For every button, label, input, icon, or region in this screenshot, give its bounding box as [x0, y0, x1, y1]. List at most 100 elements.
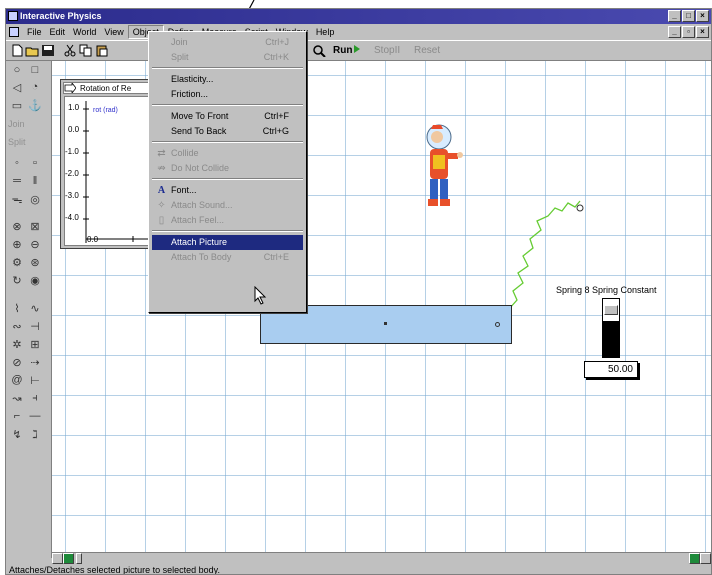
anchor-tool-icon[interactable]: ⚓ [27, 98, 43, 112]
document-icon[interactable] [9, 27, 19, 37]
curved-body-tool-icon[interactable]: ◔ [27, 80, 43, 94]
slot-tool-icon[interactable]: ═ [9, 174, 25, 188]
meter-tool-icon[interactable]: ℷ [27, 427, 43, 441]
app-window: Interactive Physics _ □ × File Edit Worl… [5, 8, 712, 575]
text-tool-icon[interactable]: ↯ [9, 427, 25, 441]
menu-item-do-not-collide[interactable]: ⇏ Do Not Collide [152, 161, 303, 176]
pin-tool-icon[interactable]: ⊗ [9, 219, 25, 233]
spring-tool-icon[interactable]: ⌇ [9, 301, 25, 315]
menu-edit[interactable]: Edit [46, 26, 70, 38]
keyed-joint-tool-icon[interactable]: ⊛ [27, 255, 43, 269]
pulley-tool-icon[interactable]: ⊘ [9, 355, 25, 369]
open-folder-icon[interactable] [25, 44, 39, 57]
damper-spring-tool-icon[interactable]: ∿ [27, 301, 43, 315]
close-button[interactable]: × [696, 10, 709, 22]
menu-separator [152, 141, 303, 143]
stop-button[interactable]: StopII [374, 45, 400, 56]
actuator-tool-icon[interactable]: ⇢ [27, 355, 43, 369]
meter-toggle-icon[interactable] [64, 83, 76, 93]
menu-file[interactable]: File [23, 26, 46, 38]
spring-constant-label: Spring 8 Spring Constant [556, 285, 657, 295]
scroll-right-button[interactable] [700, 553, 711, 564]
separator-tool-icon[interactable]: — [27, 409, 43, 423]
rotational-spring-tool-icon[interactable]: @ [9, 373, 25, 387]
reset-button[interactable]: Reset [414, 45, 440, 56]
astronaut-icon[interactable] [417, 119, 469, 223]
square-point-tool-icon[interactable]: ▫ [27, 156, 43, 170]
circle-tool-icon[interactable]: ○ [9, 63, 25, 77]
spring-attachment-point[interactable] [495, 322, 500, 327]
scroll-thumb[interactable] [63, 553, 74, 564]
rope-tool-icon[interactable]: ∾ [9, 319, 25, 333]
mouse-cursor-icon [254, 286, 267, 305]
doc-minimize-button[interactable]: _ [668, 26, 681, 38]
menu-item-attach-picture[interactable]: Attach Picture [152, 235, 303, 250]
copy-icon[interactable] [79, 44, 93, 57]
linear-actuator-tool-icon[interactable]: ⊢ [27, 373, 43, 387]
double-pin-tool-icon[interactable]: ⊖ [27, 237, 43, 251]
paste-icon[interactable] [95, 44, 109, 57]
anchor-point-tool-icon[interactable]: ⌐ [9, 409, 25, 423]
menu-item-label: Send To Back [171, 126, 227, 136]
maximize-button[interactable]: □ [682, 10, 695, 22]
menu-item-collide[interactable]: ⇄ Collide [152, 146, 303, 161]
meter-plot: rot (rad) 1.0 0.0 -1.0 -2.0 -3.0 -4.0 0.… [64, 96, 157, 246]
vertical-slot-tool-icon[interactable]: ‖ [27, 174, 43, 188]
new-file-icon[interactable] [10, 44, 24, 57]
target-tool-icon[interactable]: ◉ [27, 273, 43, 287]
polygon-tool-icon[interactable]: ◁ [9, 80, 25, 94]
menu-item-label: Split [171, 52, 189, 62]
app-icon [8, 11, 18, 21]
spring-anchor-icon[interactable] [576, 204, 584, 212]
meter-tick: 0.0 [68, 125, 80, 134]
motor-tool-icon[interactable]: ◎ [27, 192, 43, 206]
menu-item-attach-feel[interactable]: ▯ Attach Feel... [152, 213, 303, 228]
menu-item-label: Collide [171, 148, 199, 158]
torque-tool-icon[interactable]: ⫞ [27, 391, 43, 405]
minimize-button[interactable]: _ [668, 10, 681, 22]
square-tool-icon[interactable]: ▭ [9, 98, 25, 112]
doc-restore-button[interactable]: ▫ [682, 26, 695, 38]
menu-item-elasticity[interactable]: Elasticity... [152, 72, 303, 87]
menu-item-join[interactable]: Join Ctrl+J [152, 35, 303, 50]
save-icon[interactable] [41, 44, 55, 57]
split-tool[interactable]: Split [8, 137, 26, 147]
gear-pair-tool-icon[interactable]: ✲ [9, 337, 25, 351]
menu-help[interactable]: Help [312, 26, 339, 38]
rod-tool-icon[interactable]: ⊞ [27, 337, 43, 351]
scroll-divider[interactable] [76, 553, 82, 564]
gear-tool-icon[interactable]: ⚙ [9, 255, 25, 269]
feel-icon: ▯ [158, 215, 165, 226]
rectangle-tool-icon[interactable]: □ [27, 63, 43, 77]
window-title: Interactive Physics [20, 11, 102, 21]
rotation-meter[interactable]: Rotation of Re rot (rad) 1.0 0.0 -1.0 -2… [60, 79, 160, 249]
menu-world[interactable]: World [69, 26, 100, 38]
spring-constant-input[interactable]: 50.00 [584, 361, 638, 378]
menu-item-attach-to-body[interactable]: Attach To Body Ctrl+E [152, 250, 303, 265]
slider-thumb[interactable] [604, 305, 618, 315]
menu-item-friction[interactable]: Friction... [152, 87, 303, 102]
menu-item-attach-sound[interactable]: ✧ Attach Sound... [152, 198, 303, 213]
damper-tool-icon[interactable]: ⊣ [27, 319, 43, 333]
rigid-joint-tool-icon[interactable]: ⊕ [9, 237, 25, 251]
zoom-icon[interactable] [312, 44, 326, 57]
menu-view[interactable]: View [100, 26, 127, 38]
rotation-tool-icon[interactable]: ↻ [9, 273, 25, 287]
doc-close-button[interactable]: × [696, 26, 709, 38]
menu-item-move-to-front[interactable]: Move To Front Ctrl+F [152, 109, 303, 124]
menu-item-send-to-back[interactable]: Send To Back Ctrl+G [152, 124, 303, 139]
join-tool[interactable]: Join [8, 119, 25, 129]
square-pin-tool-icon[interactable]: ⊠ [27, 219, 43, 233]
spring-constant-slider[interactable] [602, 298, 620, 358]
cut-icon[interactable] [63, 44, 77, 57]
menu-item-split[interactable]: Split Ctrl+K [152, 50, 303, 65]
pin-joint-tool-icon[interactable]: ᯓ [9, 192, 25, 206]
horizontal-scrollbar[interactable] [52, 552, 711, 564]
scroll-end-thumb[interactable] [689, 553, 700, 564]
status-bar: Attaches/Detaches selected picture to se… [6, 564, 711, 574]
point-tool-icon[interactable]: ◦ [9, 156, 25, 170]
force-tool-icon[interactable]: ↝ [9, 391, 25, 405]
scroll-left-button[interactable] [52, 553, 63, 564]
run-button[interactable]: Run [333, 45, 361, 56]
menu-item-font[interactable]: A Font... [152, 183, 303, 198]
